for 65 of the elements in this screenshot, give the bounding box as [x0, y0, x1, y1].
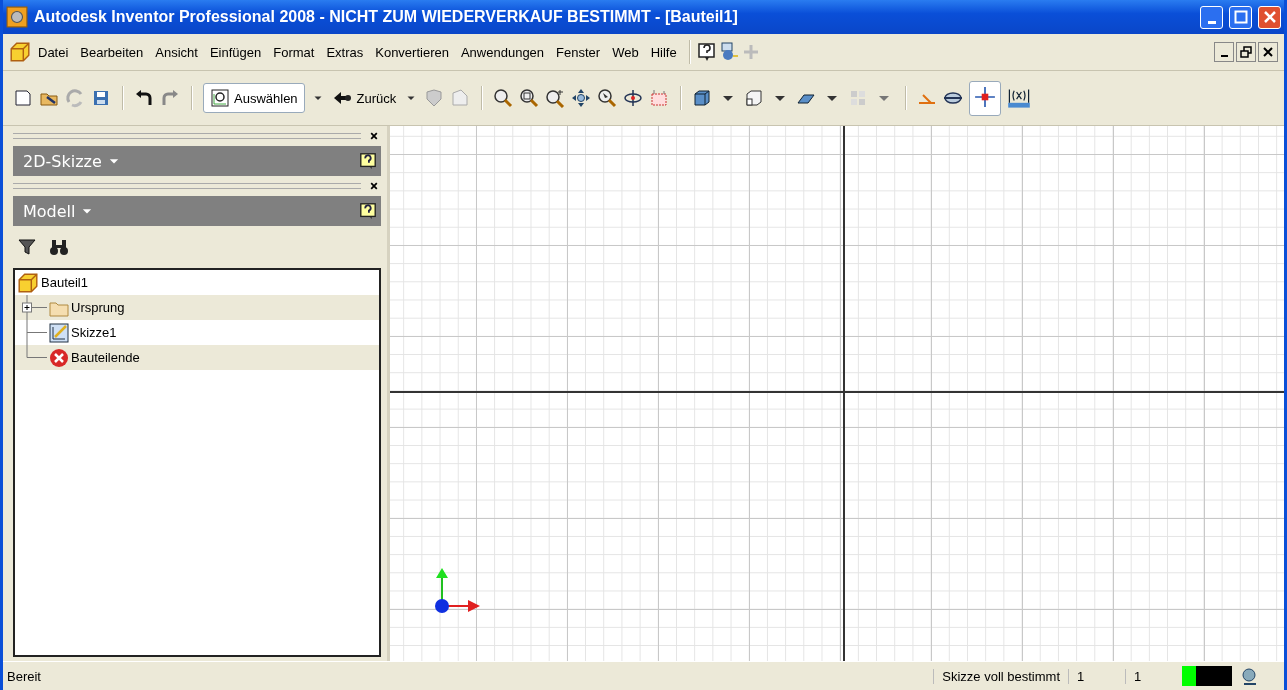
zoom-all-icon[interactable]	[493, 88, 514, 108]
menu-item[interactable]: Anwendungen	[455, 42, 550, 62]
stop-icon[interactable]	[49, 347, 69, 368]
panel-header[interactable]: Modell	[13, 196, 381, 226]
binoculars-icon[interactable]	[49, 237, 69, 257]
undo-icon[interactable]	[134, 88, 154, 108]
zoom-window-icon[interactable]	[519, 88, 540, 108]
close-button[interactable]	[1258, 42, 1278, 62]
minimize-icon	[1220, 55, 1228, 57]
shaded-cube-icon[interactable]	[744, 88, 765, 108]
expand-icon[interactable]	[22, 302, 32, 313]
cube-icon[interactable]	[692, 88, 713, 108]
orbit-icon[interactable]	[623, 88, 644, 108]
window-title: Autodesk Inventor Professional 2008 - NICHT ZUM WIEDERVERKAUF BESTIMMT - [Bauteil1]	[34, 8, 739, 26]
crosshair-icon	[974, 85, 997, 108]
back-button[interactable]: Zurück	[330, 86, 399, 110]
menu-item[interactable]: Web	[607, 42, 644, 62]
zoom-icon[interactable]	[545, 88, 566, 108]
restore-icon	[1240, 46, 1252, 58]
panel-title: 2D-Skizze	[23, 151, 102, 171]
status-field: 1	[1068, 668, 1125, 684]
part-icon[interactable]	[9, 41, 31, 63]
app-icon[interactable]	[6, 6, 28, 28]
new-document-icon[interactable]	[13, 88, 33, 108]
close-icon	[1262, 10, 1277, 24]
menu-item[interactable]: Extras	[321, 42, 369, 62]
redo-icon[interactable]	[160, 88, 180, 108]
menu-item[interactable]: Bearbeiten	[75, 42, 149, 62]
menu-item[interactable]: Fenster	[551, 42, 606, 62]
save-icon[interactable]	[91, 88, 111, 108]
panel-header[interactable]: 2D-Skizze	[13, 146, 381, 176]
sketch-icon[interactable]	[49, 322, 69, 343]
menu-item[interactable]: Ansicht	[150, 42, 203, 62]
close-icon	[1263, 47, 1273, 57]
status-message: Bereit	[7, 668, 42, 684]
tree-label: Ursprung	[71, 300, 125, 315]
sketch-center-button[interactable]	[969, 80, 1002, 116]
tree-label: Bauteil1	[41, 275, 88, 290]
menu-item[interactable]: Einfügen	[204, 42, 267, 62]
tree-item[interactable]: Bauteilende	[15, 345, 379, 370]
menu-item[interactable]: Konvertieren	[370, 42, 454, 62]
select-button[interactable]: Auswählen	[203, 83, 305, 113]
menu-item[interactable]: Hilfe	[645, 42, 682, 62]
status-text: Skizze voll bestimmt	[933, 668, 1068, 684]
help-icon[interactable]	[359, 152, 377, 170]
tree-label: Skizze1	[71, 325, 117, 340]
maximize-button[interactable]	[1229, 5, 1252, 29]
pan-icon[interactable]	[571, 88, 592, 108]
help-icon[interactable]	[359, 202, 377, 220]
tree-item[interactable]: Skizze1	[15, 320, 379, 345]
restore-button[interactable]	[1236, 42, 1256, 62]
select-icon[interactable]	[210, 88, 230, 108]
tree-label: Bauteilende	[71, 350, 140, 365]
tree-item[interactable]: Bauteil1	[15, 270, 379, 295]
menu-item[interactable]: Datei	[33, 42, 74, 62]
zoom-select-icon[interactable]	[597, 88, 618, 108]
filter-icon[interactable]	[17, 237, 37, 257]
menu-item[interactable]: Format	[268, 42, 320, 62]
minimize-icon	[1207, 20, 1216, 24]
minimize-button[interactable]	[1214, 42, 1234, 62]
maximize-icon	[1233, 10, 1248, 24]
help-icon[interactable]	[696, 42, 717, 62]
panel-title: Modell	[23, 201, 76, 221]
part-icon[interactable]	[17, 271, 39, 294]
tree-item[interactable]: Ursprung	[15, 295, 379, 320]
